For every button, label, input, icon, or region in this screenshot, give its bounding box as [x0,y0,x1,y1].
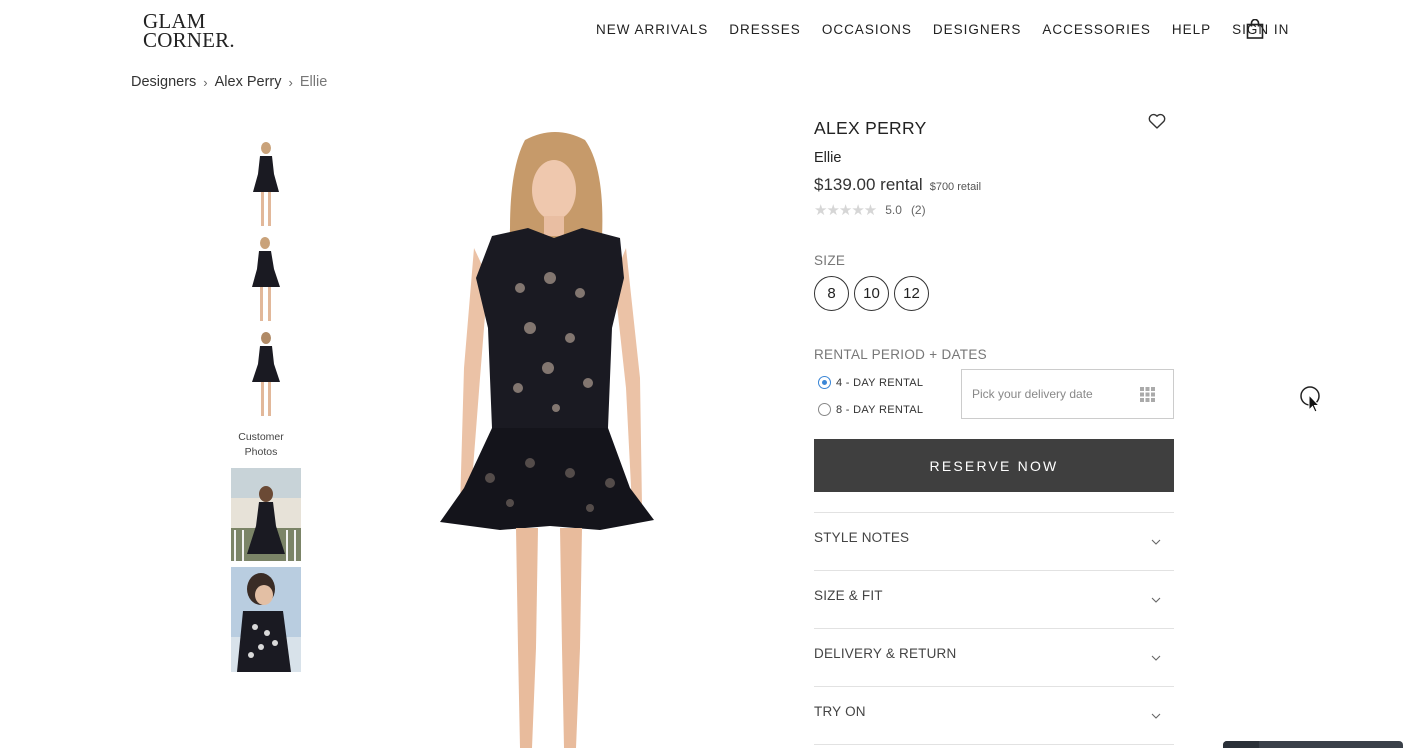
breadcrumb-separator: › [288,74,293,90]
main-product-image[interactable] [430,128,670,748]
thumbnail-1[interactable] [231,140,301,230]
breadcrumb-separator: › [203,74,208,90]
nav-dresses[interactable]: DRESSES [729,22,801,37]
accordion-size-fit[interactable]: SIZE & FIT [814,570,1174,628]
accordion-label: TRY ON [814,704,866,719]
accordion-divider [814,744,1174,745]
thumbnail-3[interactable] [231,330,301,420]
nav-new-arrivals[interactable]: NEW ARRIVALS [596,22,708,37]
nav-help[interactable]: HELP [1172,22,1211,37]
chevron-down-icon [1151,597,1161,603]
mouse-cursor-icon [1300,386,1321,413]
rating-count: (2) [910,203,926,217]
retail-price: $700 retail [929,181,982,193]
dress-thumbnail-image [252,332,280,416]
accordion-label: DELIVERY & RETURN [814,646,957,661]
chevron-down-icon [1151,539,1161,545]
breadcrumb-alex-perry[interactable]: Alex Perry [215,74,282,90]
rental-option-label: 4 - DAY RENTAL [836,376,924,389]
size-option-8[interactable]: 8 [814,276,849,311]
glam-corner-logo[interactable]: GLAM CORNER. [143,11,235,52]
customer-photo-image [231,468,301,561]
customer-photos-label: Customer Photos [231,430,291,460]
star-rating-icon: ★★★★★ [814,202,877,219]
delivery-date-input[interactable]: Pick your delivery date [961,369,1174,419]
size-label: SIZE [814,253,846,268]
rental-option-label: 8 - DAY RENTAL [836,403,924,416]
breadcrumb-designers[interactable]: Designers [131,74,196,90]
radio-button-checked[interactable] [818,376,831,389]
customer-photo-image [231,567,301,672]
delivery-date-placeholder: Pick your delivery date [972,387,1093,401]
rental-period-label: RENTAL PERIOD + DATES [814,347,987,362]
dress-thumbnail-image [252,237,280,321]
chat-widget-tab[interactable] [1223,741,1403,748]
customer-photo-2[interactable] [231,567,301,672]
product-name: Ellie [814,150,842,166]
customer-photo-1[interactable] [231,468,301,561]
breadcrumb-current: Ellie [299,74,328,90]
dress-thumbnail-image [253,142,279,226]
rating-value: 5.0 [885,203,902,217]
accordion-style-notes[interactable]: STYLE NOTES [814,512,1174,570]
radio-button[interactable] [818,403,831,416]
accordion-label: SIZE & FIT [814,588,883,603]
nav-accessories[interactable]: ACCESSORIES [1042,22,1151,37]
size-option-10[interactable]: 10 [854,276,889,311]
rating[interactable]: ★★★★★ 5.0 (2) [814,201,926,219]
accordion-delivery-return[interactable]: DELIVERY & RETURN [814,628,1174,686]
accordion-label: STYLE NOTES [814,530,910,545]
customer-label-line-1: Customer [238,431,284,443]
breadcrumb: Designers › Alex Perry › Ellie [131,74,327,90]
accordion-try-on[interactable]: TRY ON [814,686,1174,744]
rental-option-8-day[interactable]: 8 - DAY RENTAL [818,403,923,416]
shopping-bag-icon[interactable] [1246,19,1264,39]
price-line: $139.00 rental $700 retail [814,175,981,195]
rental-option-4-day[interactable]: 4 - DAY RENTAL [818,376,923,389]
nav-occasions[interactable]: OCCASIONS [822,22,912,37]
heart-icon[interactable] [1148,113,1166,129]
chevron-down-icon [1151,655,1161,661]
size-options: 8 10 12 [814,276,934,311]
rental-price: $139.00 rental [814,175,923,194]
reserve-now-button[interactable]: RESERVE NOW [814,439,1174,492]
chevron-down-icon [1151,713,1161,719]
size-option-12[interactable]: 12 [894,276,929,311]
logo-line-2: CORNER. [143,28,235,52]
product-brand[interactable]: ALEX PERRY [814,118,927,139]
customer-label-line-2: Photos [244,446,278,458]
nav-designers[interactable]: DESIGNERS [933,22,1022,37]
calendar-grid-icon[interactable] [1140,387,1155,402]
thumbnail-2[interactable] [231,235,301,325]
main-nav: NEW ARRIVALS DRESSES OCCASIONS DESIGNERS… [596,22,1310,37]
